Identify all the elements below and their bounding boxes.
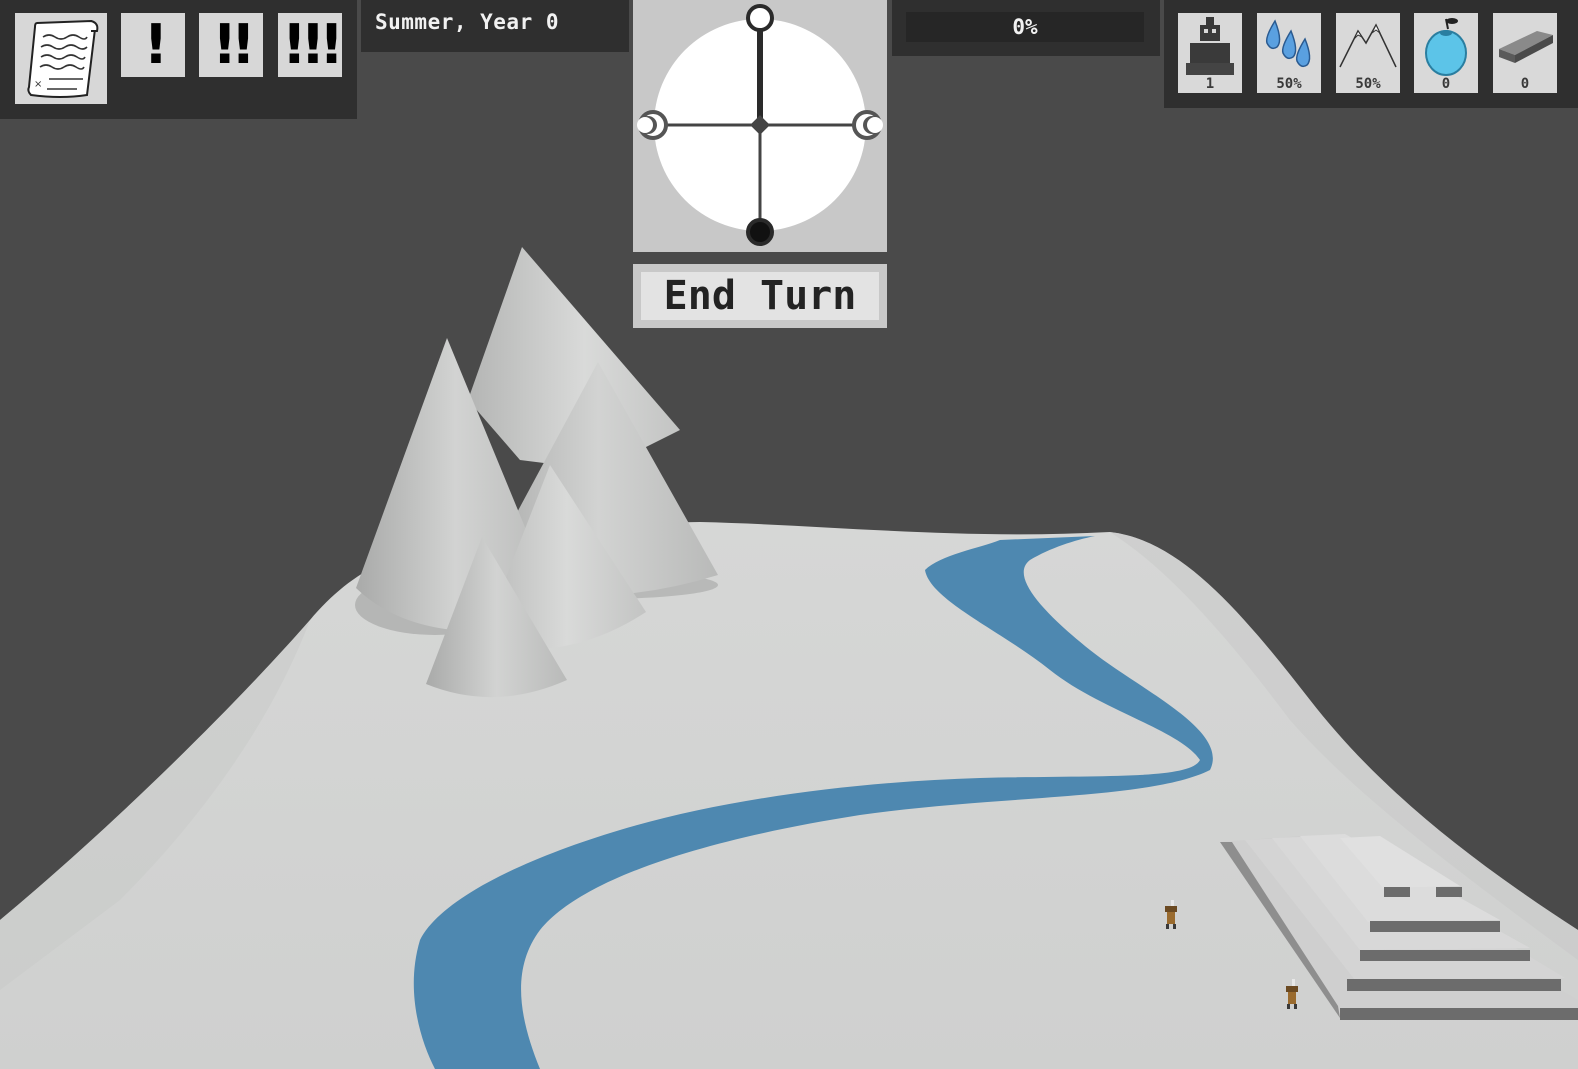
end-turn-label: End Turn xyxy=(641,272,879,320)
season-dial xyxy=(633,0,887,252)
season-label: Summer, Year 0 xyxy=(375,10,560,34)
resource-population[interactable]: 1 xyxy=(1178,13,1242,93)
date-panel: Summer, Year 0 xyxy=(361,0,629,52)
resource-food[interactable]: 0 xyxy=(1414,13,1478,93)
progress-label: 0% xyxy=(1012,15,1038,39)
resources-panel: 1 50% 50% 0 0 xyxy=(1164,0,1578,108)
alert-low-label: ! xyxy=(143,13,169,76)
terrain-value: 50% xyxy=(1355,76,1381,92)
mountain-icon xyxy=(1339,23,1397,68)
resource-water[interactable]: 50% xyxy=(1257,13,1321,93)
resource-metal[interactable]: 0 xyxy=(1493,13,1557,93)
alert-medium-label: !! xyxy=(212,13,255,76)
scroll-button[interactable]: × xyxy=(15,13,107,104)
winter-marker-icon xyxy=(746,218,774,246)
alert-low-button[interactable]: ! xyxy=(121,13,185,77)
resource-terrain[interactable]: 50% xyxy=(1336,13,1400,93)
end-turn-button[interactable]: End Turn xyxy=(633,264,887,328)
water-value: 50% xyxy=(1276,76,1302,92)
water-drops-icon xyxy=(1265,19,1311,68)
ingot-icon xyxy=(1499,31,1553,63)
progress-bar: 0% xyxy=(906,12,1144,42)
alert-high-button[interactable]: !!! xyxy=(278,13,344,77)
svg-text:×: × xyxy=(34,79,42,90)
scroll-icon: × xyxy=(27,19,99,98)
alert-medium-button[interactable]: !! xyxy=(199,13,263,77)
berry-icon xyxy=(1425,18,1467,76)
summer-marker-icon xyxy=(746,4,774,32)
robot-icon xyxy=(1186,17,1234,75)
left-toolbar: × ! !! !!! xyxy=(0,0,357,119)
food-value: 0 xyxy=(1441,76,1451,92)
metal-value: 0 xyxy=(1520,76,1530,92)
season-dial-graphic xyxy=(637,4,883,246)
population-value: 1 xyxy=(1205,76,1215,92)
alert-high-label: !!! xyxy=(282,13,344,76)
progress-panel: 0% xyxy=(892,0,1160,56)
